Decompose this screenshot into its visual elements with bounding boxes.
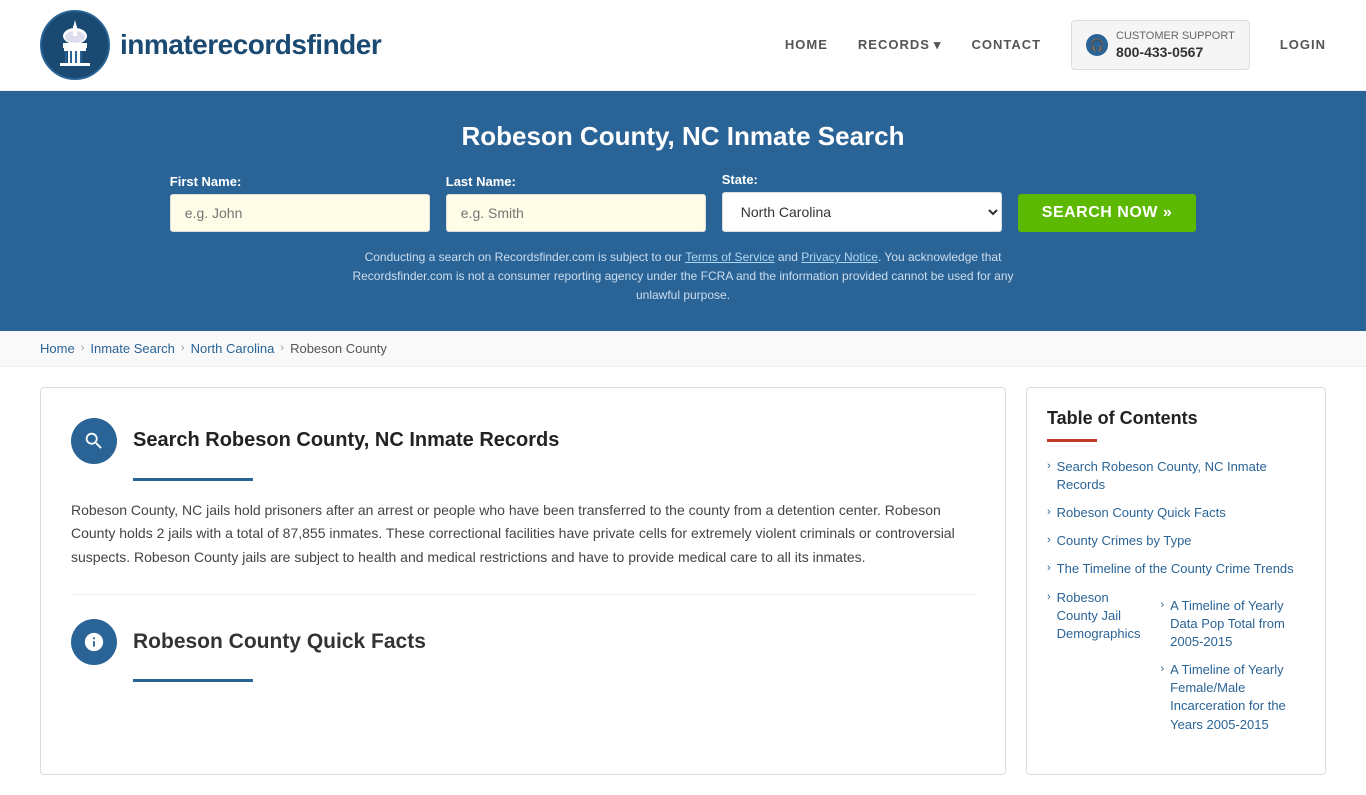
alert-icon xyxy=(83,631,105,653)
logo-icon xyxy=(40,10,110,80)
search-button[interactable]: SEARCH NOW » xyxy=(1018,194,1196,232)
toc-arrow-2: › xyxy=(1047,506,1051,518)
page-title: Robeson County, NC Inmate Search xyxy=(40,121,1326,152)
toc-arrow-3: › xyxy=(1047,534,1051,546)
last-name-input[interactable] xyxy=(446,194,706,232)
toc-arrow-5: › xyxy=(1047,591,1051,603)
nav-login[interactable]: LOGIN xyxy=(1280,37,1326,52)
toc-sub-item-5-2: › A Timeline of Yearly Female/Male Incar… xyxy=(1160,661,1305,734)
toc-underline xyxy=(1047,439,1097,442)
toc-item-4: › The Timeline of the County Crime Trend… xyxy=(1047,560,1305,578)
info-icon-circle xyxy=(71,619,117,665)
state-select[interactable]: North Carolina xyxy=(722,192,1002,232)
breadcrumb-sep-3: › xyxy=(280,342,284,354)
breadcrumb-current: Robeson County xyxy=(290,341,387,356)
tos-link[interactable]: Terms of Service xyxy=(685,250,774,264)
chevron-down-icon: ▾ xyxy=(934,37,942,53)
toc-sub-arrow-5-1: › xyxy=(1160,599,1164,611)
section-divider xyxy=(71,594,975,595)
toc-arrow-4: › xyxy=(1047,562,1051,574)
main-nav: HOME RECORDS ▾ CONTACT 🎧 CUSTOMER SUPPOR… xyxy=(785,20,1326,70)
state-group: State: North Carolina xyxy=(722,172,1002,232)
last-name-group: Last Name: xyxy=(446,174,706,232)
content-area: Search Robeson County, NC Inmate Records… xyxy=(40,387,1006,775)
section1-heading: Search Robeson County, NC Inmate Records xyxy=(71,418,975,464)
customer-support-box[interactable]: 🎧 CUSTOMER SUPPORT 800-433-0567 xyxy=(1071,20,1250,70)
toc-arrow-1: › xyxy=(1047,460,1051,472)
search-banner: Robeson County, NC Inmate Search First N… xyxy=(0,91,1366,331)
toc-sub-arrow-5-2: › xyxy=(1160,663,1164,675)
nav-records[interactable]: RECORDS ▾ xyxy=(858,37,942,53)
first-name-input[interactable] xyxy=(170,194,430,232)
toc-sub-5: › A Timeline of Yearly Data Pop Total fr… xyxy=(1160,597,1305,744)
section2-underline xyxy=(133,679,253,682)
privacy-link[interactable]: Privacy Notice xyxy=(801,250,878,264)
first-name-label: First Name: xyxy=(170,174,242,189)
breadcrumb-sep-2: › xyxy=(181,342,185,354)
toc-link-1[interactable]: Search Robeson County, NC Inmate Records xyxy=(1057,458,1305,494)
toc-list: › Search Robeson County, NC Inmate Recor… xyxy=(1047,458,1305,744)
first-name-group: First Name: xyxy=(170,174,430,232)
logo-text: inmaterecordsfinder xyxy=(120,29,381,61)
sidebar-toc: Table of Contents › Search Robeson Count… xyxy=(1026,387,1326,775)
toc-item-2: › Robeson County Quick Facts xyxy=(1047,504,1305,522)
toc-sub-link-5-2[interactable]: A Timeline of Yearly Female/Male Incarce… xyxy=(1170,661,1305,734)
breadcrumb-sep-1: › xyxy=(81,342,85,354)
toc-item-1: › Search Robeson County, NC Inmate Recor… xyxy=(1047,458,1305,494)
breadcrumb-inmate-search[interactable]: Inmate Search xyxy=(90,341,175,356)
breadcrumb-home[interactable]: Home xyxy=(40,341,75,356)
main-content: Search Robeson County, NC Inmate Records… xyxy=(0,367,1366,795)
section1-title: Search Robeson County, NC Inmate Records xyxy=(133,429,559,452)
headset-icon: 🎧 xyxy=(1086,34,1108,56)
section1-underline xyxy=(133,478,253,481)
toc-link-2[interactable]: Robeson County Quick Facts xyxy=(1057,504,1226,522)
toc-item-3: › County Crimes by Type xyxy=(1047,532,1305,550)
header: inmaterecordsfinder HOME RECORDS ▾ CONTA… xyxy=(0,0,1366,91)
breadcrumb: Home › Inmate Search › North Carolina › … xyxy=(0,331,1366,367)
search-icon xyxy=(83,430,105,452)
toc-link-3[interactable]: County Crimes by Type xyxy=(1057,532,1192,550)
section2-heading: Robeson County Quick Facts xyxy=(71,619,975,665)
toc-link-4[interactable]: The Timeline of the County Crime Trends xyxy=(1057,560,1294,578)
toc-link-5[interactable]: Robeson County Jail Demographics xyxy=(1057,589,1141,644)
nav-home[interactable]: HOME xyxy=(785,37,828,52)
toc-title: Table of Contents xyxy=(1047,408,1305,429)
logo[interactable]: inmaterecordsfinder xyxy=(40,10,381,80)
state-label: State: xyxy=(722,172,758,187)
support-text: CUSTOMER SUPPORT 800-433-0567 xyxy=(1116,29,1235,61)
nav-contact[interactable]: CONTACT xyxy=(971,37,1041,52)
section1-body: Robeson County, NC jails hold prisoners … xyxy=(71,499,975,570)
breadcrumb-north-carolina[interactable]: North Carolina xyxy=(191,341,275,356)
search-icon-circle xyxy=(71,418,117,464)
search-form: First Name: Last Name: State: North Caro… xyxy=(40,172,1326,232)
search-disclaimer: Conducting a search on Recordsfinder.com… xyxy=(333,248,1033,306)
last-name-label: Last Name: xyxy=(446,174,516,189)
toc-sub-link-5-1[interactable]: A Timeline of Yearly Data Pop Total from… xyxy=(1170,597,1305,652)
section2-title: Robeson County Quick Facts xyxy=(133,630,426,654)
toc-sub-item-5-1: › A Timeline of Yearly Data Pop Total fr… xyxy=(1160,597,1305,652)
toc-item-5: › Robeson County Jail Demographics › A T… xyxy=(1047,589,1305,744)
